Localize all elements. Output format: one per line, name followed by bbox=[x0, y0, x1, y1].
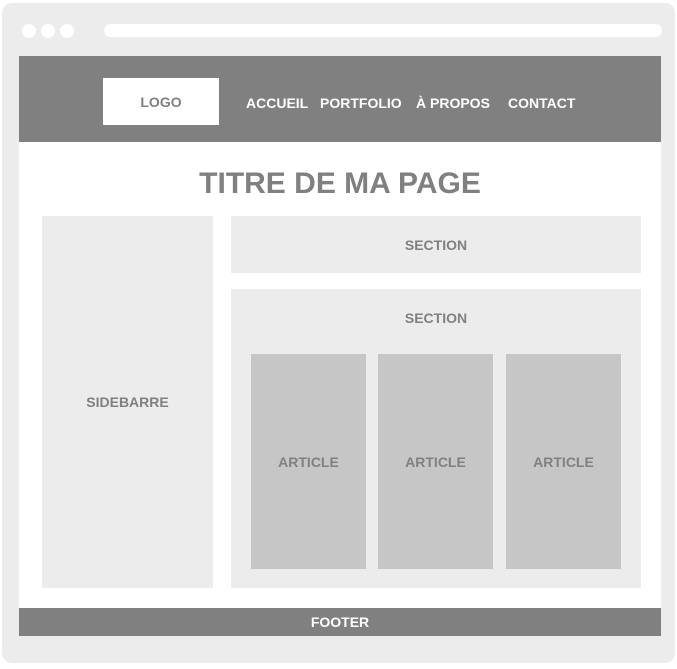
article-box: ARTICLE bbox=[251, 354, 366, 569]
section-bottom-label: SECTION bbox=[404, 310, 468, 326]
section-top-box: SECTION bbox=[231, 216, 641, 273]
window-dot-icon bbox=[22, 24, 36, 38]
sidebar-box: SIDEBARRE bbox=[42, 216, 213, 588]
article-box: ARTICLE bbox=[506, 354, 621, 569]
sidebar-label: SIDEBARRE bbox=[86, 394, 169, 410]
footer-label: FOOTER bbox=[310, 614, 370, 630]
page-title: TITRE DE MA PAGE bbox=[199, 167, 481, 200]
logo-box: LOGO bbox=[103, 78, 219, 125]
nav-item-portfolio: PORTFOLIO bbox=[320, 95, 402, 111]
article-label: ARTICLE bbox=[533, 453, 594, 470]
article-label: ARTICLE bbox=[278, 453, 339, 470]
window-dot-icon bbox=[41, 24, 55, 38]
article-label: ARTICLE bbox=[405, 453, 466, 470]
address-bar bbox=[104, 24, 662, 37]
article-box: ARTICLE bbox=[378, 354, 493, 569]
nav-item-a-propos: À PROPOS bbox=[416, 95, 490, 111]
nav-item-contact: CONTACT bbox=[508, 95, 576, 111]
site-footer: FOOTER bbox=[19, 608, 661, 636]
nav-item-accueil: ACCUEIL bbox=[246, 95, 309, 111]
section-top-label: SECTION bbox=[404, 236, 468, 253]
window-dot-icon bbox=[60, 24, 74, 38]
